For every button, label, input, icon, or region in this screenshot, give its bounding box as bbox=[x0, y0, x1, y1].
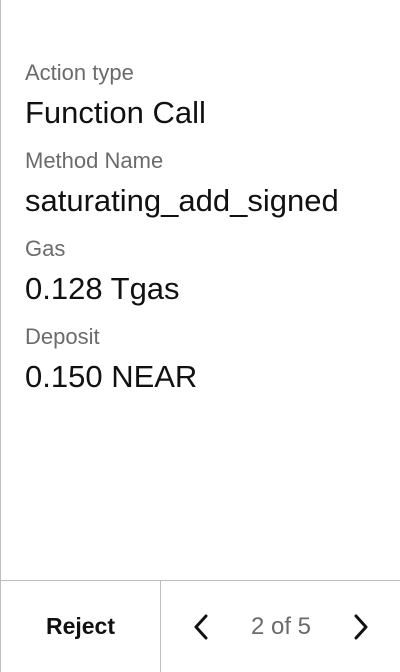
page-indicator: 2 of 5 bbox=[250, 613, 312, 640]
action-type-label: Action type bbox=[25, 60, 134, 85]
method-name-value: saturating_add_signed bbox=[25, 183, 339, 218]
method-name-label: Method Name bbox=[25, 148, 164, 173]
action-pager: 2 of 5 bbox=[161, 581, 400, 672]
transaction-panel: Action type Function Call Method Name sa… bbox=[0, 0, 400, 672]
reject-button[interactable]: Reject bbox=[1, 581, 161, 672]
chevron-left-icon bbox=[194, 614, 208, 640]
next-action-button[interactable] bbox=[339, 603, 383, 651]
action-footer: Reject 2 of 5 bbox=[1, 580, 400, 672]
gas-value: 0.128 Tgas bbox=[25, 271, 180, 306]
previous-action-button[interactable] bbox=[179, 603, 223, 651]
gas-label: Gas bbox=[25, 236, 66, 261]
chevron-right-icon bbox=[354, 614, 368, 640]
deposit-label: Deposit bbox=[25, 324, 100, 349]
action-type-value: Function Call bbox=[25, 95, 206, 130]
action-details: Action type Function Call Method Name sa… bbox=[25, 58, 395, 410]
deposit-value: 0.150 NEAR bbox=[25, 359, 198, 394]
